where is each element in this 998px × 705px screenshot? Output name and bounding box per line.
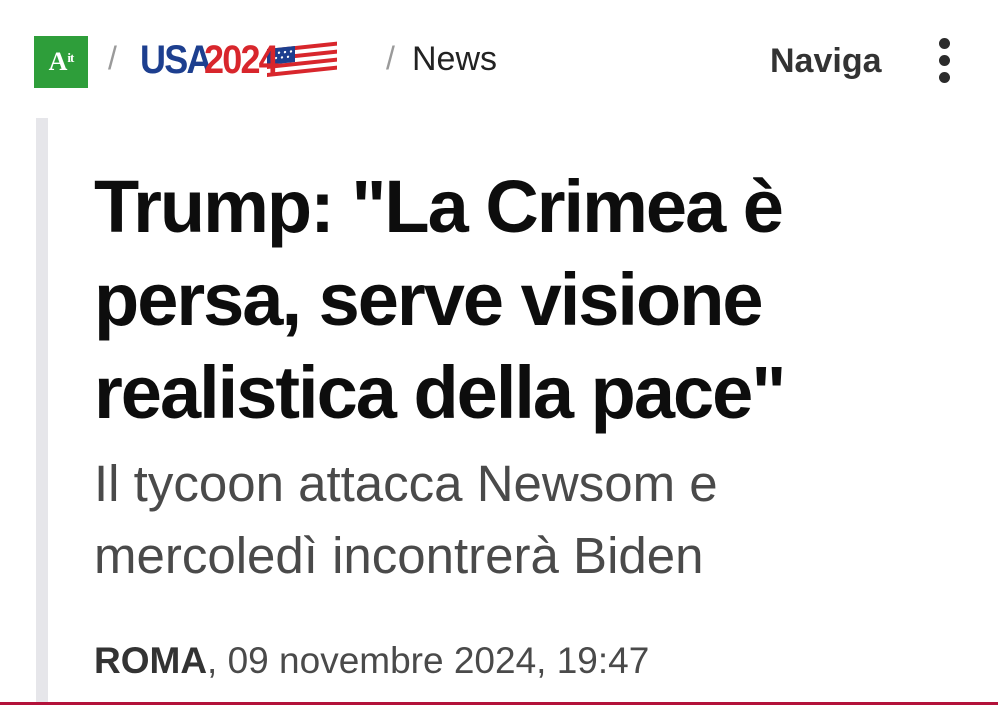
kebab-dot	[938, 38, 950, 49]
breadcrumb-separator: /	[108, 40, 117, 76]
naviga-button[interactable]: Naviga	[770, 42, 882, 81]
kebab-menu-icon[interactable]	[934, 38, 954, 88]
article-accent-bar	[36, 118, 48, 705]
breadcrumb-separator: /	[386, 40, 395, 76]
article-subtitle: Il tycoon attacca Newsom e mercoledì inc…	[94, 455, 718, 584]
logo-sup: it	[67, 50, 74, 65]
breadcrumb-news-link[interactable]: News	[412, 40, 497, 79]
kebab-dot	[938, 72, 950, 83]
logo-letter: A	[48, 47, 68, 76]
top-header: Ait / USA 2024 / News Naviga	[0, 0, 998, 120]
kebab-dot	[938, 55, 950, 66]
usa-label: USA	[140, 38, 212, 82]
year-label: 2024	[204, 38, 279, 82]
dateline-date: , 09 novembre 2024, 19:47	[207, 640, 650, 681]
dateline-place: ROMA	[94, 640, 208, 681]
us-flag-icon	[267, 41, 338, 81]
usa2024-section-link[interactable]: USA 2024	[140, 38, 339, 83]
article-headline: Trump: "La Crimea è persa, serve visione…	[94, 165, 786, 434]
article-dateline: ROMA, 09 novembre 2024, 19:47	[94, 640, 649, 682]
agenzia-logo[interactable]: Ait	[34, 36, 88, 88]
